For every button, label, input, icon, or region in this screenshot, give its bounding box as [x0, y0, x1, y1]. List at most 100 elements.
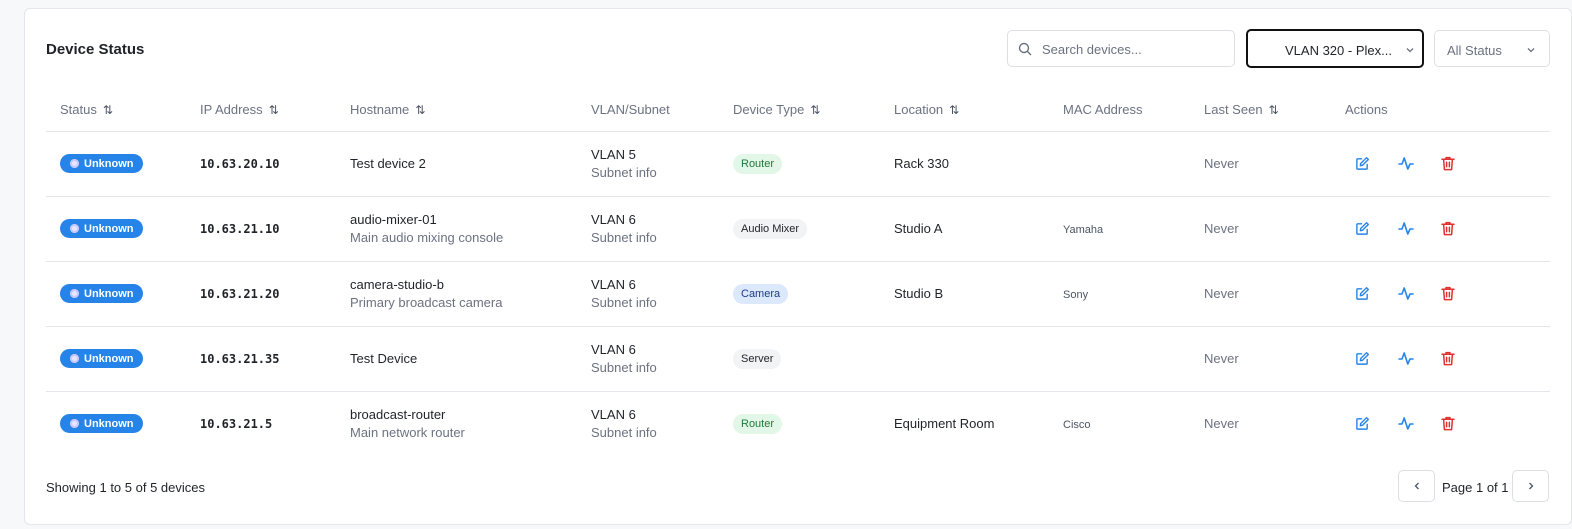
device-type-cell: Router — [733, 131, 894, 197]
column-label: Actions — [1345, 102, 1388, 118]
vlan-filter-select[interactable]: VLAN 320 - Plex... — [1246, 29, 1424, 68]
status-badge: Unknown — [60, 414, 143, 434]
location-cell: Studio A — [894, 196, 1063, 262]
vlan-name: VLAN 6 — [591, 407, 636, 423]
hostname: Test Device — [350, 351, 418, 366]
column-header-mac-address: MAC Address — [1063, 89, 1204, 132]
subnet-info: Subnet info — [591, 230, 657, 245]
trash-icon[interactable] — [1431, 282, 1474, 306]
column-header-status[interactable]: Status ⇅ — [46, 89, 200, 132]
status-label: Unknown — [84, 157, 134, 170]
status-cell: Unknown — [46, 196, 200, 262]
last-seen-cell: Never — [1204, 326, 1345, 392]
device-description: Main audio mixing console — [350, 230, 504, 245]
ip-address: 10.63.21.10 — [200, 222, 280, 236]
trash-icon[interactable] — [1431, 152, 1474, 176]
sort-icon[interactable]: ⇅ — [810, 103, 820, 117]
column-label: Location — [894, 102, 944, 118]
column-label: IP Address — [200, 102, 263, 118]
device-type-cell: Server — [733, 326, 894, 392]
column-header-location[interactable]: Location ⇅ — [894, 89, 1063, 132]
column-header-ip-address[interactable]: IP Address ⇅ — [200, 89, 350, 132]
last-seen: Never — [1204, 351, 1239, 366]
activity-icon[interactable] — [1388, 217, 1431, 241]
chevron-down-icon — [1527, 48, 1535, 53]
mac-cell: Cisco — [1063, 391, 1204, 456]
sort-icon[interactable]: ⇅ — [415, 103, 425, 117]
trash-icon[interactable] — [1431, 412, 1474, 436]
last-seen: Never — [1204, 416, 1239, 432]
column-header-vlan-subnet: VLAN/Subnet — [591, 89, 733, 132]
column-label: Hostname — [350, 102, 410, 118]
device-type-badge: Server — [733, 348, 782, 369]
status-dot — [70, 159, 79, 168]
table-header-row: Status ⇅ IP Address ⇅ Hostname ⇅ VLAN/Subne… — [46, 89, 1550, 132]
last-seen-cell: Never — [1204, 196, 1345, 262]
column-header-hostname[interactable]: Hostname ⇅ — [350, 89, 591, 132]
table-row[interactable]: Unknown 10.63.21.35 Test Device VLAN 6 S… — [46, 326, 1550, 392]
activity-icon[interactable] — [1388, 347, 1431, 371]
status-filter-select[interactable]: All Status — [1434, 30, 1550, 67]
device-type-cell: Router — [733, 391, 894, 456]
subnet-info: Subnet info — [591, 165, 657, 180]
status-badge: Unknown — [60, 284, 143, 303]
sort-icon[interactable]: ⇅ — [949, 103, 959, 117]
location: Studio B — [894, 286, 944, 301]
column-header-device-type[interactable]: Device Type ⇅ — [733, 89, 894, 132]
vlan-name: VLAN 6 — [591, 342, 636, 357]
edit-icon[interactable] — [1345, 282, 1388, 306]
device-type-cell: Camera — [733, 261, 894, 327]
table-row[interactable]: Unknown 10.63.21.5 broadcast-router Main… — [46, 391, 1550, 456]
search-input[interactable] — [1042, 39, 1227, 59]
hostname-cell: camera-studio-b Primary broadcast camera — [350, 261, 591, 327]
device-table: Status ⇅ IP Address ⇅ Hostname ⇅ VLAN/Subne… — [46, 89, 1550, 456]
activity-icon[interactable] — [1388, 282, 1431, 306]
next-page-button[interactable] — [1512, 470, 1549, 502]
status-badge: Unknown — [60, 219, 143, 238]
vlan-cell: VLAN 6 Subnet info — [591, 391, 733, 456]
ip-address: 10.63.21.5 — [200, 417, 273, 432]
trash-icon[interactable] — [1431, 347, 1474, 371]
status-label: Unknown — [84, 222, 134, 235]
ip-address: 10.63.21.35 — [200, 352, 280, 366]
edit-icon[interactable] — [1345, 347, 1388, 371]
ip-cell: 10.63.21.35 — [200, 326, 350, 392]
column-label: Status — [60, 102, 97, 118]
activity-icon[interactable] — [1388, 412, 1431, 436]
actions-cell — [1345, 131, 1550, 197]
edit-icon[interactable] — [1345, 152, 1388, 176]
device-type-badge: Router — [733, 413, 783, 434]
vlan-name: VLAN 6 — [591, 277, 636, 292]
vlan-cell: VLAN 5 Subnet info — [591, 131, 733, 197]
table-row[interactable]: Unknown 10.63.21.20 camera-studio-b Prim… — [46, 261, 1550, 327]
device-description: Primary broadcast camera — [350, 295, 503, 310]
status-dot — [70, 289, 79, 298]
last-seen-cell: Never — [1204, 131, 1345, 197]
status-cell: Unknown — [46, 391, 200, 456]
edit-icon[interactable] — [1345, 217, 1388, 241]
hostname: Test device 2 — [350, 156, 426, 171]
activity-icon[interactable] — [1388, 152, 1431, 176]
actions-cell — [1345, 261, 1550, 327]
table-row[interactable]: Unknown 10.63.21.10 audio-mixer-01 Main … — [46, 196, 1550, 262]
subnet-info: Subnet info — [591, 425, 657, 441]
ip-address: 10.63.20.10 — [200, 157, 280, 171]
ip-cell: 10.63.21.5 — [200, 391, 350, 456]
column-header-last-seen[interactable]: Last Seen ⇅ — [1204, 89, 1345, 132]
vlan-name: VLAN 6 — [591, 212, 636, 227]
sort-icon[interactable]: ⇅ — [103, 103, 113, 117]
vlan-filter-value: VLAN 320 - Plex... — [1285, 43, 1392, 58]
search-box[interactable] — [1007, 30, 1235, 67]
status-cell: Unknown — [46, 326, 200, 392]
edit-icon[interactable] — [1345, 412, 1388, 436]
chevron-right-icon — [1528, 482, 1533, 490]
location-cell: Studio B — [894, 261, 1063, 327]
hostname: camera-studio-b — [350, 277, 444, 292]
trash-icon[interactable] — [1431, 217, 1474, 241]
ip-cell: 10.63.21.20 — [200, 261, 350, 327]
previous-page-button[interactable] — [1398, 470, 1435, 502]
table-row[interactable]: Unknown 10.63.20.10 Test device 2 VLAN 5… — [46, 131, 1550, 197]
sort-icon[interactable]: ⇅ — [269, 103, 279, 117]
column-label: MAC Address — [1063, 102, 1143, 118]
sort-icon[interactable]: ⇅ — [1269, 103, 1279, 117]
